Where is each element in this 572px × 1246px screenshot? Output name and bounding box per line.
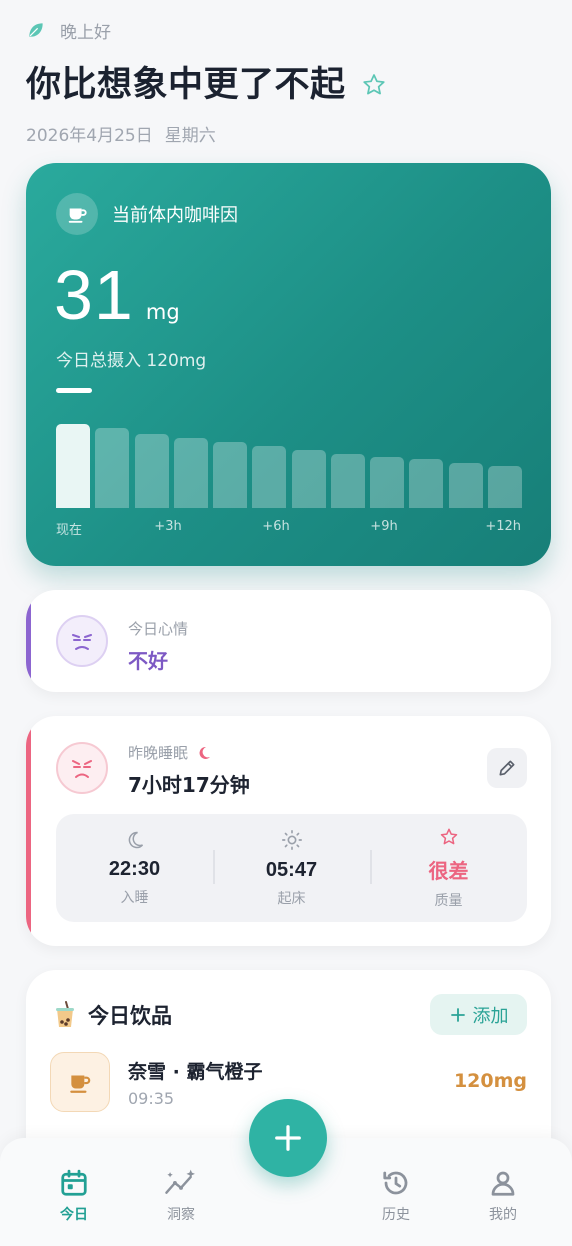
nav-insights-label: 洞察 (167, 1207, 195, 1223)
chart-bar (409, 459, 444, 508)
wake-stat: 05:47 起床 (213, 814, 370, 922)
plus-icon (275, 1125, 301, 1151)
sleep-accent-bar (26, 716, 31, 946)
chart-bar (95, 428, 130, 508)
wake-label: 起床 (277, 890, 306, 907)
nav-history-label: 历史 (382, 1207, 410, 1223)
sad-face-icon (56, 615, 108, 667)
plus-icon (450, 1007, 465, 1022)
chart-bar (330, 453, 365, 508)
bedtime-value: 22:30 (108, 857, 161, 880)
chart-bar (291, 449, 326, 508)
chart-bar (173, 437, 208, 508)
greeting-row: 晚上好 (26, 16, 546, 44)
drink-name: 奈雪 · 霸气橙子 (128, 1061, 263, 1083)
sleep-card[interactable]: 昨晚睡眠 7小时17分钟 22:30 入睡 05:47 起床 很差 质量 (26, 716, 551, 946)
chart-indicator (56, 388, 92, 393)
leaf-icon (29, 23, 43, 37)
chart-bar (56, 424, 90, 508)
drinks-title: 今日饮品 (88, 1004, 172, 1028)
nav-history[interactable]: 历史 (356, 1168, 436, 1224)
chart-bar (448, 463, 483, 508)
page-title: 你比想象中更了不起 (26, 65, 346, 105)
quality-value: 很差 (428, 858, 469, 883)
bedtime-label: 入睡 (120, 889, 149, 906)
add-fab-button[interactable] (249, 1099, 327, 1177)
drink-amount: 120mg (453, 1070, 527, 1092)
favorite-star-button[interactable] (360, 71, 388, 99)
caffeine-card[interactable]: 当前体内咖啡因 31 mg 今日总摄入 120mg 现在 +3h +6h +9h +12… (26, 163, 551, 566)
moon-outline-icon (128, 831, 143, 848)
quality-stat: 很差 质量 (370, 814, 527, 922)
weekday-text: 星期六 (164, 126, 216, 146)
star-outline-icon (440, 828, 457, 844)
nav-mine-label: 我的 (489, 1207, 517, 1223)
user-icon (491, 1171, 515, 1196)
x-tick-label: +6h (262, 519, 290, 534)
coffee-cup-icon (56, 193, 98, 235)
chart-bar (370, 456, 405, 508)
upset-face-icon (56, 742, 108, 794)
nav-today[interactable]: 今日 (34, 1168, 114, 1224)
caffeine-unit: mg (145, 300, 180, 324)
mood-card[interactable]: 今日心情 不好 (26, 590, 551, 692)
x-tick-label: +3h (154, 519, 182, 534)
x-tick-label: 现在 (56, 523, 83, 538)
history-clock-icon (383, 1171, 408, 1195)
coffee-mug-icon (50, 1052, 110, 1112)
date-row: 2026年4月25日 星期六 (26, 121, 546, 146)
quality-label: 质量 (434, 892, 463, 909)
drink-time: 09:35 (128, 1089, 175, 1108)
x-tick-label: +9h (370, 519, 398, 534)
mood-value: 不好 (128, 649, 168, 673)
calendar-icon (61, 1169, 87, 1196)
sleep-duration: 7小时17分钟 (128, 773, 250, 797)
edit-sleep-button[interactable] (487, 748, 527, 788)
sleep-stats: 22:30 入睡 05:47 起床 很差 质量 (56, 814, 527, 922)
star-outline-icon (362, 73, 385, 94)
moon-icon (199, 746, 211, 759)
sparkle-chart-icon (165, 1169, 195, 1194)
header: 晚上好 你比想象中更了不起 2026年4月25日 星期六 (26, 16, 546, 146)
caffeine-value: 31 (54, 256, 134, 334)
caffeine-label: 当前体内咖啡因 (112, 205, 238, 226)
add-drink-button[interactable]: 添加 (430, 994, 527, 1035)
x-tick-label: +12h (485, 519, 521, 534)
chart-bar (252, 445, 287, 508)
pencil-icon (499, 760, 515, 776)
bubble-tea-icon (56, 1001, 74, 1027)
add-drink-label: 添加 (472, 1005, 509, 1027)
greeting-text: 晚上好 (60, 22, 111, 43)
nav-today-label: 今日 (60, 1207, 88, 1223)
caffeine-total: 今日总摄入 120mg (56, 351, 207, 371)
nav-insights[interactable]: 洞察 (141, 1168, 221, 1224)
chart-bar (213, 441, 248, 508)
chart-bar (488, 466, 522, 508)
wake-value: 05:47 (265, 858, 318, 881)
caffeine-decay-chart (56, 403, 522, 508)
sun-icon (281, 829, 302, 850)
sleep-label: 昨晚睡眠 (128, 744, 189, 762)
date-text: 2026年4月25日 (26, 126, 153, 146)
mood-label: 今日心情 (128, 620, 189, 638)
bedtime-stat: 22:30 入睡 (56, 814, 213, 922)
nav-mine[interactable]: 我的 (463, 1168, 543, 1224)
mood-accent-bar (26, 590, 31, 692)
chart-bar (134, 433, 169, 508)
